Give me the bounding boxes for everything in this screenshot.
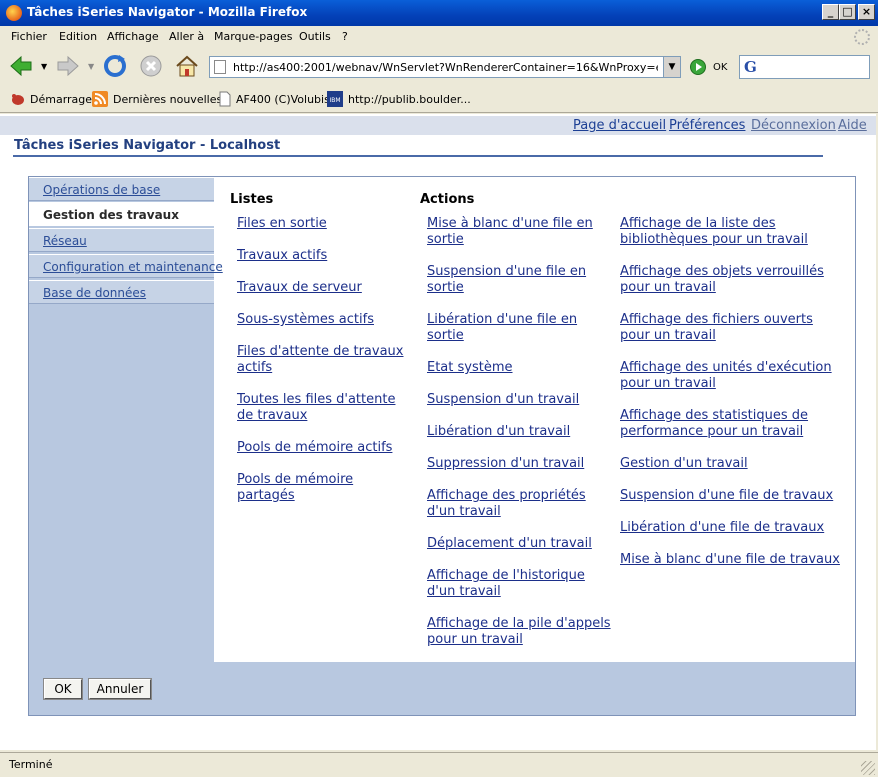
link-files-en-sortie[interactable]: Files en sortie (237, 216, 407, 232)
title-divider (13, 155, 823, 157)
page-title: Tâches iSeries Navigator - Localhost (14, 138, 281, 153)
page-icon (214, 60, 226, 74)
svg-text:IBM: IBM (329, 97, 340, 104)
link-travaux-de-serveur[interactable]: Travaux de serveur (237, 280, 407, 296)
status-bar: Terminé (0, 752, 878, 777)
bookmark-start-icon (12, 94, 24, 105)
action-link[interactable]: Mise à blanc d'une file de travaux (620, 552, 848, 568)
forward-icon[interactable] (55, 53, 81, 79)
menu-bar: Fichier Edition Affichage Aller à Marque… (0, 26, 878, 48)
google-icon: G (744, 58, 757, 76)
link-pools-memoire-actifs[interactable]: Pools de mémoire actifs (237, 440, 407, 456)
tab-label: Base de données (43, 286, 147, 300)
menu-marque-pages[interactable]: Marque-pages (214, 30, 292, 43)
listes-heading: Listes (230, 192, 274, 207)
link-deconnexion[interactable]: Déconnexion (751, 118, 836, 133)
link-toutes-files-attente[interactable]: Toutes les files d'attente de travaux (237, 392, 407, 424)
action-link[interactable]: Affichage de la pile d'appels pour un tr… (427, 616, 612, 648)
window-title: Tâches iSeries Navigator - Mozilla Firef… (27, 5, 308, 19)
search-input[interactable]: G (739, 55, 870, 79)
action-link[interactable]: Affichage des fichiers ouverts pour un t… (620, 312, 845, 344)
actions-heading: Actions (420, 192, 475, 207)
action-link[interactable]: Libération d'une file en sortie (427, 312, 607, 344)
go-icon[interactable] (690, 59, 706, 75)
ibm-icon: IBM (327, 91, 343, 107)
bookmarks-toolbar: Démarrage Dernières nouvelles AF400 (C)V… (0, 86, 878, 113)
tab-gestion-des-travaux[interactable]: Gestion des travaux (29, 202, 215, 226)
bookmark-dernieres-nouvelles[interactable]: Dernières nouvelles (113, 93, 222, 106)
page-bookmark-icon (219, 91, 231, 107)
tab-base-de-donnees[interactable]: Base de données (29, 280, 214, 304)
home-icon[interactable] (174, 53, 200, 79)
link-files-attente-travaux-actifs[interactable]: Files d'attente de travaux actifs (237, 344, 407, 376)
link-pools-memoire-partages[interactable]: Pools de mémoire partagés (237, 472, 367, 504)
menu-edition[interactable]: Edition (59, 30, 97, 43)
action-link[interactable]: Suspension d'une file en sortie (427, 264, 607, 296)
button-bar (29, 662, 855, 715)
tab-configuration-et-maintenance[interactable]: Configuration et maintenance (29, 254, 223, 278)
menu-affichage[interactable]: Affichage (107, 30, 159, 43)
action-link[interactable]: Suspension d'un travail (427, 392, 607, 408)
rss-icon (92, 91, 108, 107)
bookmark-af400[interactable]: AF400 (C)Volubis (236, 93, 330, 106)
action-link[interactable]: Mise à blanc d'une file en sortie (427, 216, 607, 248)
maximize-button[interactable]: □ (839, 4, 856, 20)
tab-label: Réseau (43, 234, 87, 248)
stop-icon[interactable] (138, 53, 164, 79)
firefox-icon (6, 5, 22, 21)
throbber-icon (854, 29, 870, 45)
go-button-label[interactable]: OK (713, 62, 727, 73)
close-button[interactable]: × (858, 4, 875, 20)
action-link[interactable]: Suspension d'une file de travaux (620, 488, 848, 504)
action-link[interactable]: Affichage de l'historique d'un travail (427, 568, 607, 600)
bookmark-publib[interactable]: http://publib.boulder... (348, 93, 471, 106)
action-link[interactable]: Affichage des statistiques de performanc… (620, 408, 820, 440)
action-link[interactable]: Suppression d'un travail (427, 456, 607, 472)
link-page-accueil[interactable]: Page d'accueil (573, 118, 666, 133)
reload-icon[interactable] (102, 53, 128, 79)
action-link[interactable]: Libération d'une file de travaux (620, 520, 848, 536)
top-links-bar: Page d'accueil Préférences Déconnexion A… (0, 116, 876, 135)
action-link[interactable]: Affichage des unités d'exécution pour un… (620, 360, 835, 392)
link-aide[interactable]: Aide (838, 118, 867, 133)
ok-button[interactable]: OK (43, 678, 83, 700)
minimize-button[interactable]: _ (822, 4, 839, 20)
action-link[interactable]: Etat système (427, 360, 607, 376)
menu-fichier[interactable]: Fichier (11, 30, 47, 43)
link-preferences[interactable]: Préférences (669, 118, 745, 133)
action-link[interactable]: Gestion d'un travail (620, 456, 845, 472)
action-link[interactable]: Affichage des propriétés d'un travail (427, 488, 607, 520)
link-sous-systemes-actifs[interactable]: Sous-systèmes actifs (237, 312, 407, 328)
action-link[interactable]: Affichage de la liste des bibliothèques … (620, 216, 815, 248)
forward-dropdown-icon[interactable]: ▼ (88, 62, 94, 71)
url-dropdown-icon[interactable]: ▼ (663, 57, 680, 77)
tab-label: Gestion des travaux (43, 208, 179, 222)
tab-operations-de-base[interactable]: Opérations de base (29, 177, 214, 201)
url-text[interactable]: http://as400:2001/webnav/WnServlet?WnRen… (233, 61, 658, 74)
resize-grip-icon[interactable] (861, 761, 875, 775)
window-titlebar: Tâches iSeries Navigator - Mozilla Firef… (0, 0, 878, 26)
back-icon[interactable] (8, 53, 34, 79)
cancel-button[interactable]: Annuler (88, 678, 152, 700)
menu-help[interactable]: ? (342, 30, 348, 43)
status-text: Terminé (9, 758, 53, 771)
menu-outils[interactable]: Outils (299, 30, 331, 43)
back-dropdown-icon[interactable]: ▼ (41, 62, 47, 71)
tab-label: Opérations de base (43, 183, 161, 197)
bookmark-demarrage[interactable]: Démarrage (30, 93, 92, 106)
link-travaux-actifs[interactable]: Travaux actifs (237, 248, 407, 264)
action-link[interactable]: Affichage des objets verrouillés pour un… (620, 264, 835, 296)
action-link[interactable]: Déplacement d'un travail (427, 536, 607, 552)
tab-reseau[interactable]: Réseau (29, 228, 214, 252)
menu-aller-a[interactable]: Aller à (169, 30, 204, 43)
action-link[interactable]: Libération d'un travail (427, 424, 607, 440)
address-bar[interactable]: http://as400:2001/webnav/WnServlet?WnRen… (209, 56, 681, 78)
tab-label: Configuration et maintenance (43, 260, 223, 274)
